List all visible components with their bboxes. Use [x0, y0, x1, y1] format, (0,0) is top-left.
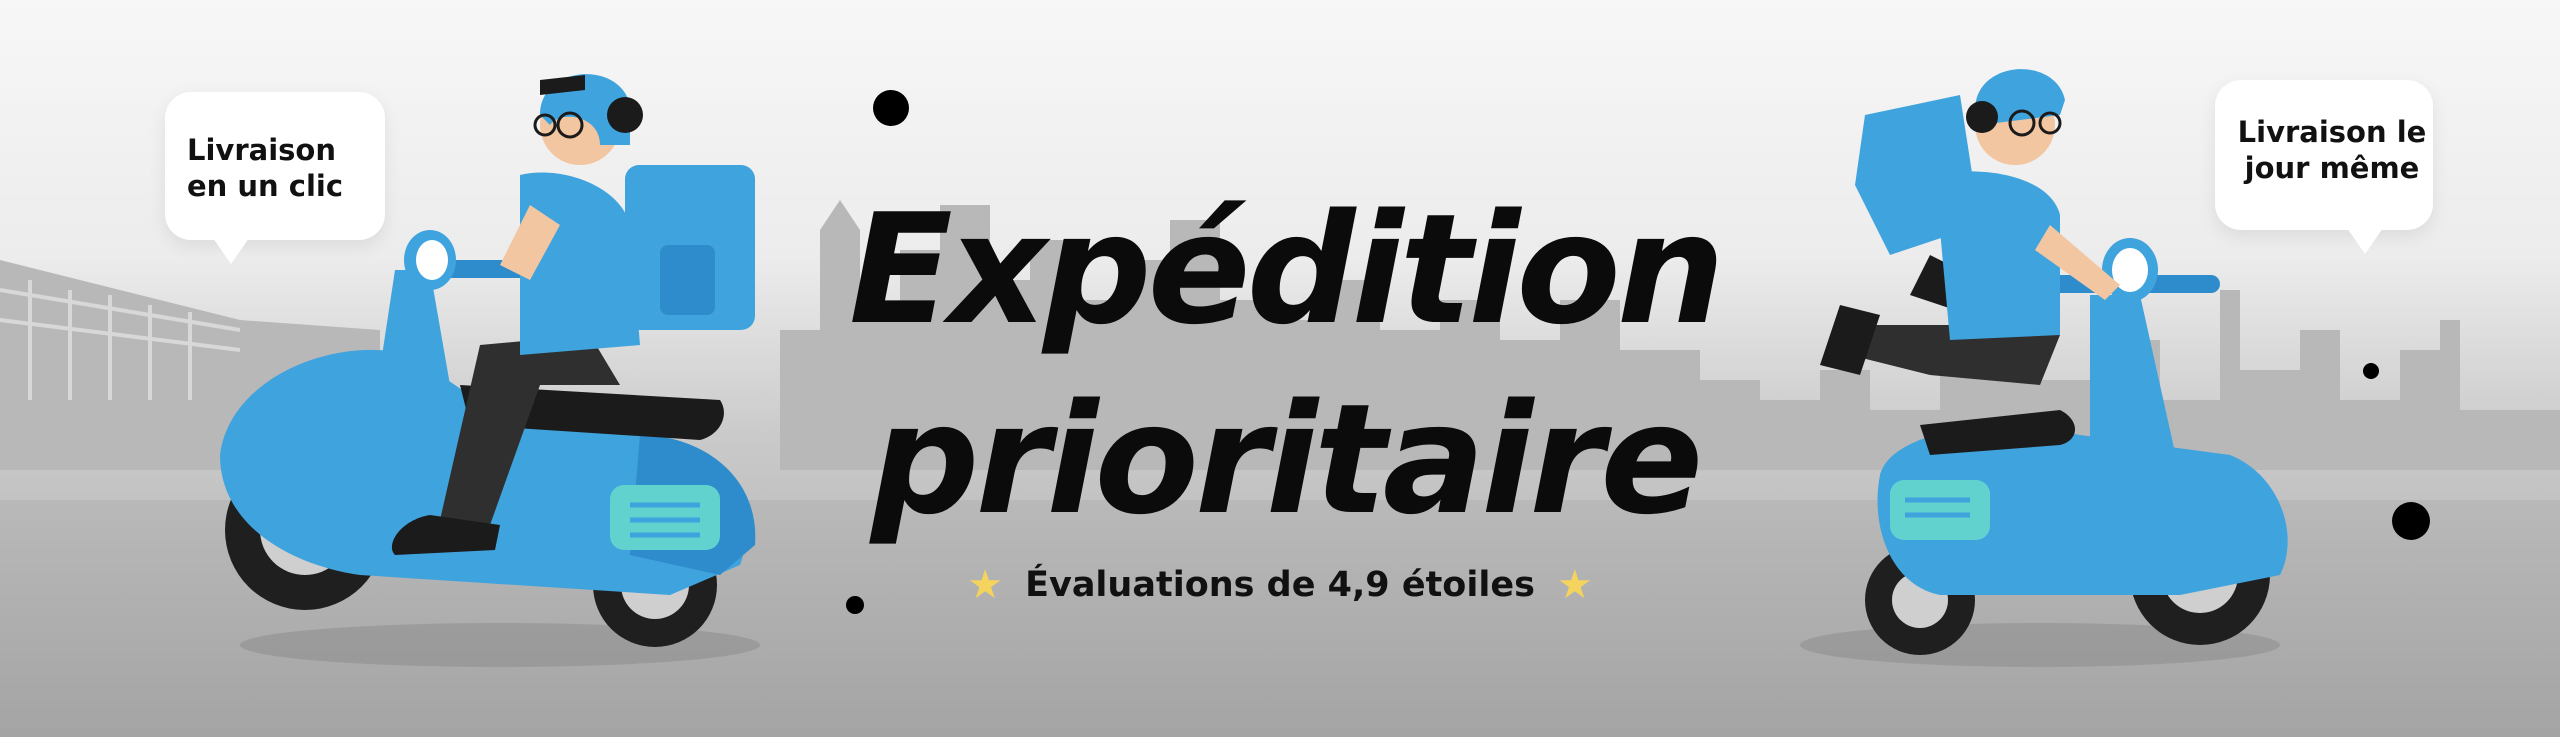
rating-text: Évaluations de 4,9 étoiles	[1025, 565, 1535, 605]
star-icon: ★	[1556, 562, 1593, 608]
decorative-dot	[873, 90, 909, 126]
headline: Expédition prioritaire	[760, 175, 1810, 555]
delivery-rider-right-illustration	[1800, 69, 2288, 667]
headline-line-2: prioritaire	[870, 371, 1704, 548]
rating-row: ★ Évaluations de 4,9 étoiles ★	[967, 560, 1593, 610]
star-icon: ★	[967, 562, 1004, 608]
decorative-dot	[2392, 502, 2430, 540]
headline-line-1: Expédition	[848, 181, 1725, 358]
decorative-dot	[2363, 363, 2379, 379]
promo-banner: Livraison en un clic Livraison le jour m…	[0, 0, 2560, 737]
delivery-rider-left-illustration	[220, 74, 760, 667]
decorative-dot	[846, 596, 864, 614]
